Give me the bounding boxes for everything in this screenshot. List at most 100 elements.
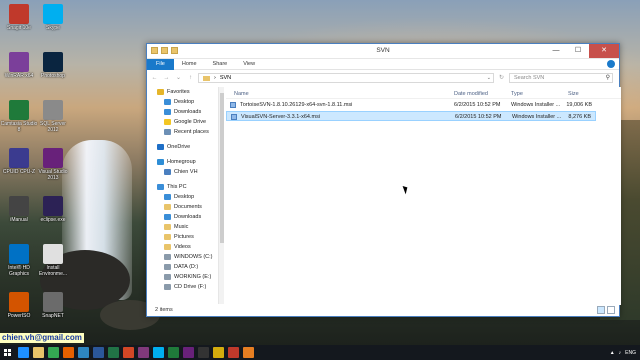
network-icon[interactable]: ▲ xyxy=(610,350,615,356)
column-size[interactable]: Size xyxy=(568,91,579,97)
taskbar-apps xyxy=(14,347,254,358)
close-button[interactable]: ✕ xyxy=(589,44,619,58)
firefox-icon[interactable] xyxy=(63,347,74,358)
recent-locations-icon[interactable]: ⌄ xyxy=(174,74,183,83)
nav-item-label: WINDOWS (C:) xyxy=(174,254,213,260)
language-indicator[interactable]: ENG xyxy=(625,350,636,356)
minimize-button[interactable]: — xyxy=(545,44,567,58)
skype-icon[interactable] xyxy=(153,347,164,358)
nav-item[interactable]: Music xyxy=(147,222,218,232)
desktop-shortcut[interactable]: CPUID CPU-Z xyxy=(0,148,38,175)
navigation-scrollbar[interactable] xyxy=(218,87,224,305)
tab-home[interactable]: Home xyxy=(174,59,205,70)
nav-item-label: Documents xyxy=(174,204,202,210)
title-bar[interactable]: SVN — ☐ ✕ xyxy=(147,44,619,59)
desktop-shortcut[interactable]: Camtasia Studio 8 xyxy=(0,100,38,133)
desktop-shortcut[interactable]: Snagit 10e xyxy=(0,4,38,31)
nav-item[interactable]: Google Drive xyxy=(147,117,218,127)
nav-item[interactable]: Downloads xyxy=(147,212,218,222)
search-input[interactable]: Search SVN ⚲ xyxy=(509,73,613,83)
snapnet-icon xyxy=(43,292,63,312)
pictures-icon xyxy=(164,234,171,240)
snagit-icon[interactable] xyxy=(228,347,239,358)
desktop-shortcut-label: Intel® HD Graphics xyxy=(8,265,30,277)
camtasia-icon[interactable] xyxy=(168,347,179,358)
search-icon[interactable]: ⚲ xyxy=(606,74,610,83)
nav-item[interactable]: Downloads xyxy=(147,107,218,117)
scrollbar-thumb[interactable] xyxy=(220,93,224,243)
file-row[interactable]: TortoiseSVN-1.8.10.26129-x64-svn-1.8.11.… xyxy=(226,100,596,110)
desktop-shortcut[interactable]: SQL Server 2012 xyxy=(34,100,72,133)
nav-item[interactable]: WINDOWS (C:) xyxy=(147,252,218,262)
desktop-shortcut[interactable]: eclipse.exe xyxy=(34,196,72,223)
explorer-window[interactable]: SVN — ☐ ✕ File Home Share View ← → ⌄ ↑ ›… xyxy=(146,43,621,317)
nav-item[interactable]: WORKING (E:) xyxy=(147,272,218,282)
media-icon[interactable] xyxy=(243,347,254,358)
snagit-icon xyxy=(9,4,29,24)
nav-item[interactable]: Chien VH xyxy=(147,167,218,177)
visual-studio-icon xyxy=(43,148,63,168)
column-name[interactable]: Name xyxy=(234,91,249,97)
nav-item[interactable]: Homegroup xyxy=(147,157,218,167)
nav-item-label: DATA (D:) xyxy=(174,264,199,270)
desktop-shortcut[interactable]: Photoshop xyxy=(34,52,72,79)
nav-item[interactable]: Recent places xyxy=(147,127,218,137)
column-type[interactable]: Type xyxy=(511,91,523,97)
nav-item[interactable]: CD Drive (F:) xyxy=(147,282,218,292)
vs-icon[interactable] xyxy=(183,347,194,358)
nav-item[interactable]: Videos xyxy=(147,242,218,252)
tab-view[interactable]: View xyxy=(235,59,263,70)
desktop-shortcut-label: Skype xyxy=(46,25,60,31)
word-icon[interactable] xyxy=(93,347,104,358)
desktop-shortcut[interactable]: SnapNET xyxy=(34,292,72,319)
desktop-shortcut[interactable]: iManual xyxy=(0,196,38,223)
file-row[interactable]: VisualSVN-Server-3.3.1-x64.msi 6/2/2015 1… xyxy=(226,111,596,121)
paint-icon[interactable] xyxy=(213,347,224,358)
email-overlay: chien.vh@gmail.com xyxy=(0,333,84,343)
pc-icon xyxy=(157,184,164,190)
desktop-shortcut[interactable]: Skype xyxy=(34,4,72,31)
desktop-shortcut-label: eclipse.exe xyxy=(40,217,66,223)
desktop-shortcut[interactable]: Install Environme... xyxy=(34,244,72,277)
chrome-icon[interactable] xyxy=(48,347,59,358)
explorer-icon[interactable] xyxy=(33,347,44,358)
excel-icon[interactable] xyxy=(108,347,119,358)
desktop-shortcut[interactable]: Visual Studio 2013 xyxy=(34,148,72,181)
nav-item[interactable]: Favorites xyxy=(147,87,218,97)
column-date-modified[interactable]: Date modified xyxy=(454,91,488,97)
back-button[interactable]: ← xyxy=(150,74,159,83)
chevron-down-icon[interactable]: ⌄ xyxy=(487,74,491,83)
nav-item[interactable]: OneDrive xyxy=(147,142,218,152)
details-view-button[interactable] xyxy=(597,306,605,314)
nav-item[interactable]: Desktop xyxy=(147,192,218,202)
desktop-shortcut[interactable]: PowerISO xyxy=(0,292,38,319)
onenote-icon[interactable] xyxy=(138,347,149,358)
volume-icon[interactable]: ♪ xyxy=(619,350,622,356)
file-date: 6/2/2015 10:52 PM xyxy=(454,102,501,108)
refresh-icon[interactable]: ↻ xyxy=(497,74,506,83)
nav-item-label: Downloads xyxy=(174,214,202,220)
maximize-button[interactable]: ☐ xyxy=(567,44,589,58)
desktop-shortcut[interactable]: WinRAR x64 xyxy=(0,52,38,79)
tab-file[interactable]: File xyxy=(147,58,174,70)
ie-icon[interactable] xyxy=(18,347,29,358)
address-field[interactable]: › SVN ⌄ xyxy=(198,73,494,83)
nav-item[interactable]: DATA (D:) xyxy=(147,262,218,272)
help-icon[interactable] xyxy=(607,60,615,68)
large-icons-view-button[interactable] xyxy=(607,306,615,314)
powerpoint-icon[interactable] xyxy=(123,347,134,358)
nav-item[interactable]: Pictures xyxy=(147,232,218,242)
nav-item[interactable]: This PC xyxy=(147,182,218,192)
desktop-shortcut[interactable]: Intel® HD Graphics xyxy=(0,244,38,277)
start-button[interactable] xyxy=(0,345,14,360)
tab-share[interactable]: Share xyxy=(205,59,236,70)
store-icon[interactable] xyxy=(78,347,89,358)
nav-item[interactable]: Documents xyxy=(147,202,218,212)
breadcrumb-current[interactable]: SVN xyxy=(220,74,231,83)
up-button[interactable]: ↑ xyxy=(186,74,195,83)
forward-button[interactable]: → xyxy=(162,74,171,83)
cmd-icon[interactable] xyxy=(198,347,209,358)
imanual-icon xyxy=(9,196,29,216)
nav-item[interactable]: Desktop xyxy=(147,97,218,107)
search-placeholder: Search SVN xyxy=(514,75,545,81)
